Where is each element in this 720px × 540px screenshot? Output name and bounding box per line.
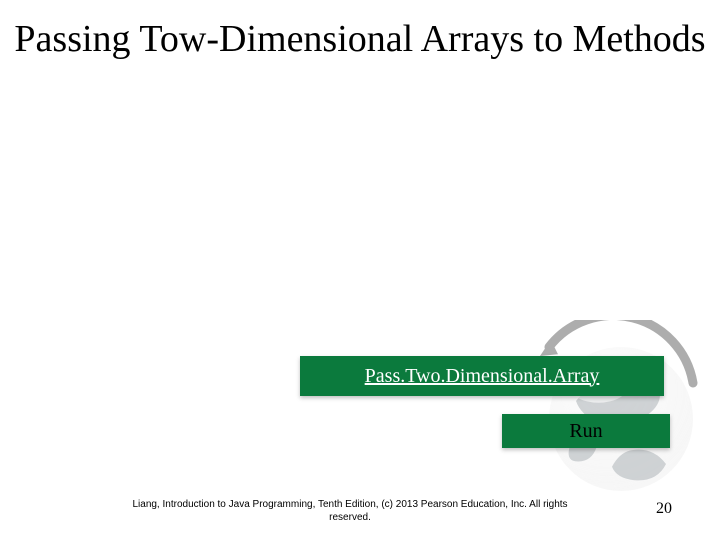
code-link-button[interactable]: Pass.Two.Dimensional.Array [300,356,664,396]
slide-title: Passing Tow-Dimensional Arrays to Method… [0,18,720,62]
globe-decoration [522,320,702,500]
footer-citation: Liang, Introduction to Java Programming,… [120,499,580,524]
slide: Passing Tow-Dimensional Arrays to Method… [0,0,720,540]
page-number: 20 [656,500,672,518]
run-button[interactable]: Run [502,414,670,448]
run-button-label: Run [569,420,602,443]
code-link-label: Pass.Two.Dimensional.Array [365,365,600,388]
